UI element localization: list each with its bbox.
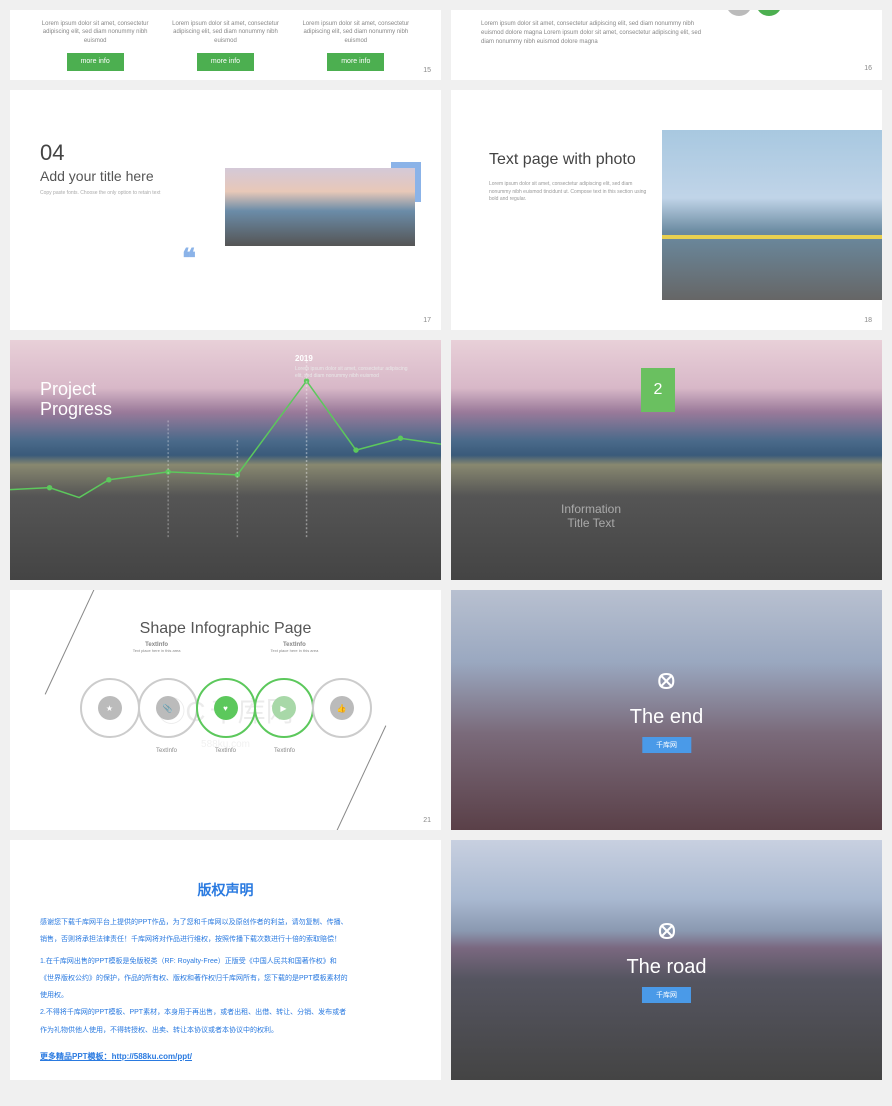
more-info-button[interactable]: more info <box>327 53 384 71</box>
infographic-title: Shape Infographic Page <box>40 620 411 638</box>
arc-1: ★ <box>80 678 140 738</box>
more-info-button[interactable]: more info <box>197 53 254 71</box>
text-info-label: TextInfoText place here in this area <box>133 642 181 654</box>
lorem-text: Lorem ipsum dolor sit amet, consectetur … <box>301 20 410 45</box>
road-title: The road <box>626 956 706 979</box>
slide-21: ⓘC 千库网 588ku.com Shape Infographic Page … <box>10 590 441 830</box>
text-info-label: TextInfo <box>156 748 177 754</box>
slide-end: The end 千库网 <box>451 590 882 830</box>
info-title: Information Title Text <box>561 502 621 530</box>
logo-icon <box>652 667 680 695</box>
slide-15: Lorem ipsum dolor sit amet, consectetur … <box>10 10 441 80</box>
slide-20: 2 Information Title Text <box>451 340 882 580</box>
slide-title: Text page with photo <box>489 150 649 169</box>
more-info-button[interactable]: more info <box>67 53 124 71</box>
page-number: 15 <box>423 67 431 74</box>
arc-4: ▶ <box>254 678 314 738</box>
progress-line-chart <box>10 340 441 580</box>
copyright-title: 版权声明 <box>40 880 411 900</box>
copyright-body: 感谢您下载千库网平台上提供的PPT作品，为了您和千库网以及原创作者的利益，请勿复… <box>40 916 411 1037</box>
logo-icon <box>653 917 681 945</box>
arc-3: ♥ <box>196 678 256 738</box>
watermark-sub: 588ku.com <box>201 739 250 750</box>
star-icon: ★ <box>98 696 122 720</box>
page-number: 16 <box>864 64 872 75</box>
section-number: 04 <box>40 140 411 166</box>
brand-badge: 千库网 <box>642 737 691 753</box>
play-icon: ▶ <box>272 696 296 720</box>
page-number: 21 <box>423 817 431 824</box>
thumb-icon: 👍 <box>330 696 354 720</box>
info-col-3: Lorem ipsum dolor sit amet, consectetur … <box>301 20 410 71</box>
page-number: 17 <box>423 317 431 324</box>
road-photo <box>225 168 415 246</box>
circle-o-icon: O <box>756 10 782 16</box>
brand-badge: 千库网 <box>642 987 691 1003</box>
yellow-line <box>662 235 882 239</box>
arc-2: 📎 <box>138 678 198 738</box>
infographic-row: ★ 📎 ♥ ▶ 👍 <box>40 678 411 738</box>
text-info-label: TextInfoText place here in this area <box>271 642 319 654</box>
slide-16: T O Lorem ipsum dolor sit amet, consecte… <box>451 10 882 80</box>
lorem-text: Lorem ipsum dolor sit amet, consectetur … <box>40 20 149 45</box>
number-badge: 2 <box>641 368 675 412</box>
page-number: 18 <box>864 317 872 324</box>
info-col-1: Lorem ipsum dolor sit amet, consectetur … <box>40 20 149 71</box>
sea-photo <box>662 130 882 300</box>
slide-copyright: 版权声明 感谢您下载千库网平台上提供的PPT作品，为了您和千库网以及原创作者的利… <box>10 840 441 1080</box>
circle-t-icon: T <box>726 10 752 16</box>
slide-body: Lorem ipsum dolor sit amet, consectetur … <box>489 181 649 204</box>
clip-icon: 📎 <box>156 696 180 720</box>
quote-icon: ❝ <box>182 243 196 274</box>
heart-icon: ♥ <box>214 696 238 720</box>
slash-decoration <box>335 725 387 830</box>
lorem-text: Lorem ipsum dolor sit amet, consectetur … <box>171 20 280 45</box>
lorem-body: Lorem ipsum dolor sit amet, consectetur … <box>481 20 704 47</box>
slide-19: Project Progress 2019 Lorem ipsum dolor … <box>10 340 441 580</box>
more-templates-link[interactable]: 更多精品PPT模板：http://588ku.com/ppt/ <box>40 1051 411 1062</box>
slide-road: The road 千库网 <box>451 840 882 1080</box>
slide-18: Text page with photo Lorem ipsum dolor s… <box>451 90 882 330</box>
text-info-label: TextInfo <box>274 748 295 754</box>
arc-5: 👍 <box>312 678 372 738</box>
slide-17: 04 Add your title here Copy paste fonts.… <box>10 90 441 330</box>
info-col-2: Lorem ipsum dolor sit amet, consectetur … <box>171 20 280 71</box>
end-title: The end <box>630 706 703 729</box>
